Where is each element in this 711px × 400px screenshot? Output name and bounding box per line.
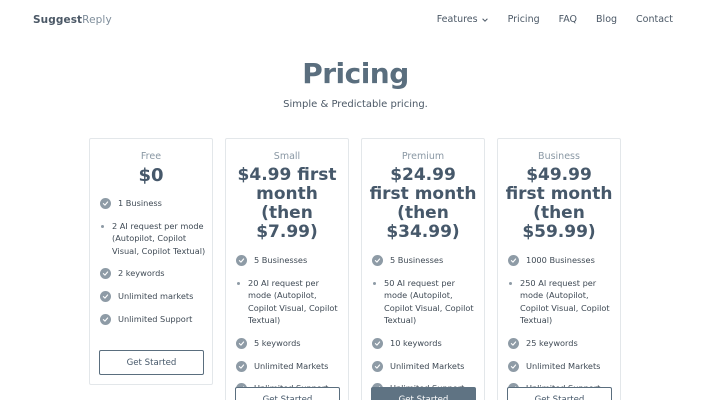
nav-pricing[interactable]: Pricing: [508, 14, 540, 25]
brand-part2: Reply: [82, 14, 112, 26]
check-icon: [236, 360, 247, 372]
feature-text: 10 keywords: [390, 337, 442, 348]
feature-item: 250 AI request per mode (Autopilot, Copi…: [508, 277, 614, 327]
feature-item: Unlimited Support: [100, 313, 206, 326]
check-icon: [236, 255, 247, 266]
check-icon: [100, 198, 111, 209]
feature-item: 2 AI request per mode (Autopilot, Copilo…: [100, 220, 206, 258]
get-started-button[interactable]: Get Started: [371, 387, 476, 400]
feature-list: 5 Businesses 20 AI request per mode (Auto…: [226, 254, 348, 395]
feature-list: 1000 Businesses 250 AI request per mode (…: [498, 254, 620, 395]
plan-card-premium: Premium $24.99 first month (then $34.99)…: [361, 138, 485, 400]
feature-text: Unlimited Markets: [390, 360, 465, 371]
feature-text: 5 keywords: [254, 337, 301, 348]
feature-item: 20 AI request per mode (Autopilot, Copil…: [236, 277, 342, 327]
feature-text: 20 AI request per mode (Autopilot, Copil…: [248, 277, 338, 326]
plan-price: $4.99 first month (then $7.99): [237, 165, 337, 242]
feature-text: Unlimited Support: [118, 313, 193, 324]
check-icon: [236, 337, 247, 349]
check-icon: [100, 313, 111, 325]
feature-item: Unlimited Markets: [236, 360, 342, 373]
feature-text: Unlimited markets: [118, 290, 194, 301]
feature-item: 5 keywords: [236, 337, 342, 350]
nav-features[interactable]: Features: [437, 14, 489, 25]
feature-item: Unlimited Markets: [508, 360, 614, 373]
top-nav: SuggestReply Features Pricing FAQ Blog C…: [0, 0, 711, 40]
feature-item: 1 Business: [100, 197, 206, 210]
plan-price: $24.99 first month (then $34.99): [369, 165, 477, 242]
nav-links: Features Pricing FAQ Blog Contact: [437, 14, 673, 25]
check-icon: [372, 255, 383, 266]
feature-text: 1000 Businesses: [526, 255, 595, 265]
get-started-button[interactable]: Get Started: [235, 387, 340, 400]
nav-features-label: Features: [436, 14, 478, 25]
chevron-down-icon: [481, 17, 488, 22]
feature-item: 5 Businesses: [236, 254, 342, 267]
feature-item: 25 keywords: [508, 337, 614, 350]
feature-item: 2 keywords: [100, 267, 206, 280]
feature-text: 250 AI request per mode (Autopilot, Copi…: [520, 277, 610, 326]
plan-card-business: Business $49.99 first month (then $59.99…: [497, 138, 621, 400]
feature-text: 5 Businesses: [390, 255, 444, 265]
check-icon: [372, 337, 383, 349]
plan-price: $49.99 first month (then $59.99): [505, 165, 613, 242]
nav-blog[interactable]: Blog: [596, 14, 617, 25]
feature-item: 10 keywords: [372, 337, 478, 350]
bullet-dot-icon: [101, 224, 104, 228]
bullet-dot-icon: [509, 281, 512, 285]
bullet-dot-icon: [237, 281, 240, 285]
check-icon: [100, 268, 111, 280]
check-icon: [508, 360, 519, 372]
nav-faq[interactable]: FAQ: [559, 14, 577, 25]
feature-text: Unlimited Markets: [254, 360, 329, 371]
feature-text: 1 Business: [118, 198, 162, 208]
page-title: Pricing: [302, 57, 409, 90]
brand-logo[interactable]: SuggestReply: [33, 14, 112, 26]
nav-contact[interactable]: Contact: [636, 14, 673, 25]
feature-item: Unlimited markets: [100, 290, 206, 303]
check-icon: [100, 290, 111, 302]
feature-item: 5 Businesses: [372, 254, 478, 267]
plan-name: Free: [140, 151, 162, 162]
plan-name: Premium: [401, 151, 445, 162]
plan-card-free: Free $0 1 Business 2 AI request per mode …: [89, 138, 213, 385]
feature-text: 2 AI request per mode (Autopilot, Copilo…: [112, 220, 206, 256]
feature-text: 50 AI request per mode (Autopilot, Copil…: [384, 277, 474, 326]
get-started-button[interactable]: Get Started: [99, 350, 204, 375]
plan-price: $0: [138, 165, 164, 186]
bullet-dot-icon: [373, 281, 376, 285]
page-subtitle: Simple & Predictable pricing.: [283, 99, 428, 110]
check-icon: [372, 360, 383, 372]
feature-text: 25 keywords: [526, 337, 578, 348]
feature-item: 1000 Businesses: [508, 254, 614, 267]
plan-card-small: Small $4.99 first month (then $7.99) 5 B…: [225, 138, 349, 400]
feature-list: 5 Businesses 50 AI request per mode (Auto…: [362, 254, 484, 395]
check-icon: [508, 337, 519, 349]
feature-item: Unlimited Markets: [372, 360, 478, 373]
get-started-button[interactable]: Get Started: [507, 387, 612, 400]
feature-list: 1 Business 2 AI request per mode (Autopil…: [90, 197, 212, 325]
check-icon: [508, 255, 519, 266]
feature-text: Unlimited Markets: [526, 360, 601, 371]
brand-part1: Suggest: [33, 14, 83, 26]
feature-item: 50 AI request per mode (Autopilot, Copil…: [372, 277, 478, 327]
plan-name: Small: [273, 151, 301, 162]
feature-text: 5 Businesses: [254, 255, 308, 265]
feature-text: 2 keywords: [118, 268, 165, 279]
plan-name: Business: [538, 151, 580, 162]
